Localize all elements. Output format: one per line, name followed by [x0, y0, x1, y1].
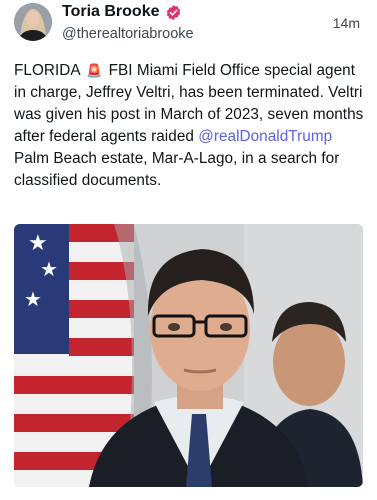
author-display-name[interactable]: Toria Brooke	[62, 3, 160, 21]
svg-text:★: ★	[24, 287, 42, 311]
verified-badge-icon	[165, 4, 182, 21]
post-timestamp: 14m	[332, 15, 360, 31]
post-text-part2: Palm Beach estate, Mar-A-Lago, in a sear…	[14, 150, 340, 189]
svg-text:★: ★	[40, 257, 58, 281]
post-body: FLORIDA 🚨 FBI Miami Field Office special…	[14, 60, 364, 192]
avatar-image	[14, 3, 52, 41]
post-prefix: FLORIDA	[14, 62, 85, 79]
author-handle[interactable]: @therealtoriabrooke	[62, 26, 194, 42]
author-name-row: Toria Brooke	[62, 3, 182, 21]
author-avatar[interactable]	[14, 3, 52, 41]
svg-text:★: ★	[28, 231, 48, 256]
mention-link[interactable]: @realDonaldTrump	[198, 128, 332, 145]
social-post: Toria Brooke @therealtoriabrooke 14m FLO…	[0, 0, 377, 500]
press-conference-photo: ★ ★ ★	[14, 224, 363, 487]
siren-emoji-icon: 🚨	[86, 63, 103, 78]
post-image[interactable]: ★ ★ ★	[14, 224, 363, 487]
